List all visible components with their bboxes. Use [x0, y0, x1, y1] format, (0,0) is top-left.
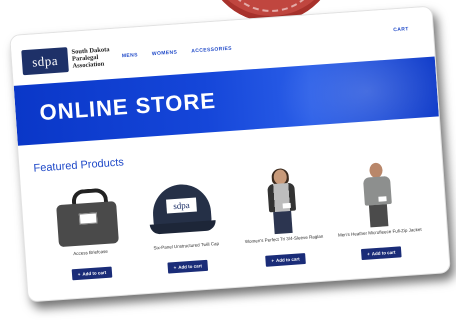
product-card: Men's Heather Microfleece Full-Zip Jacke…: [330, 158, 427, 263]
nav-item-accessories[interactable]: ACCESSORIES: [191, 46, 232, 55]
model-jeans: [273, 210, 293, 235]
briefcase-image[interactable]: [41, 178, 135, 250]
site-logo[interactable]: sdpa South Dakota Paralegal Association: [21, 43, 121, 76]
add-to-cart-label: Add to cart: [275, 256, 300, 264]
add-to-cart-button[interactable]: + Add to cart: [71, 266, 113, 281]
add-to-cart-label: Add to cart: [82, 269, 107, 277]
plus-icon: +: [77, 271, 81, 277]
cap-logo: sdpa: [166, 197, 197, 214]
plus-icon: +: [271, 258, 275, 264]
product-card: Women's Perfect Tri 3/4-Sleeve Raglan + A…: [234, 164, 331, 269]
fleece-jacket: [362, 175, 392, 206]
cap-image[interactable]: sdpa: [136, 171, 230, 243]
raglan-shirt: [267, 182, 297, 213]
product-name[interactable]: Women's Perfect Tri 3/4-Sleeve Raglan: [239, 233, 330, 251]
product-name[interactable]: Men's Heather Microfleece Full-Zip Jacke…: [335, 227, 426, 245]
plus-icon: +: [366, 251, 370, 257]
mens-jacket-image[interactable]: [330, 158, 424, 230]
womens-raglan-image[interactable]: [234, 164, 328, 236]
featured-heading: Featured Products: [33, 156, 125, 175]
shirt-logo: [282, 202, 291, 209]
main-nav: MENS WOMENS ACCESSORIES: [122, 46, 232, 60]
add-to-cart-button[interactable]: + Add to cart: [167, 259, 209, 274]
product-name[interactable]: Six-Panel Unstructured Twill Cap: [141, 240, 232, 258]
briefcase-logo: [78, 212, 98, 225]
model-pants: [368, 204, 389, 228]
logo-name: South Dakota Paralegal Association: [71, 46, 110, 70]
product-name[interactable]: Access Briefcase: [45, 247, 136, 265]
nav-item-womens[interactable]: WOMENS: [152, 49, 178, 57]
briefcase-body: [56, 201, 119, 248]
jacket-logo: [378, 196, 387, 202]
add-to-cart-label: Add to cart: [371, 249, 396, 257]
plus-icon: +: [173, 265, 177, 271]
nav-item-mens[interactable]: MENS: [122, 52, 138, 59]
store-screen: sdpa South Dakota Paralegal Association …: [9, 5, 451, 303]
hero-title: ONLINE STORE: [38, 87, 217, 126]
add-to-cart-button[interactable]: + Add to cart: [264, 252, 307, 267]
logo-mark: sdpa: [21, 47, 69, 76]
model-figure: [264, 167, 298, 235]
add-to-cart-button[interactable]: + Add to cart: [360, 246, 402, 261]
product-card: Access Briefcase + Add to cart: [41, 178, 138, 283]
cart-link[interactable]: CART: [393, 26, 409, 33]
product-card: sdpa Six-Panel Unstructured Twill Cap + A…: [136, 171, 233, 276]
add-to-cart-label: Add to cart: [178, 263, 203, 270]
model-figure: [360, 162, 394, 228]
